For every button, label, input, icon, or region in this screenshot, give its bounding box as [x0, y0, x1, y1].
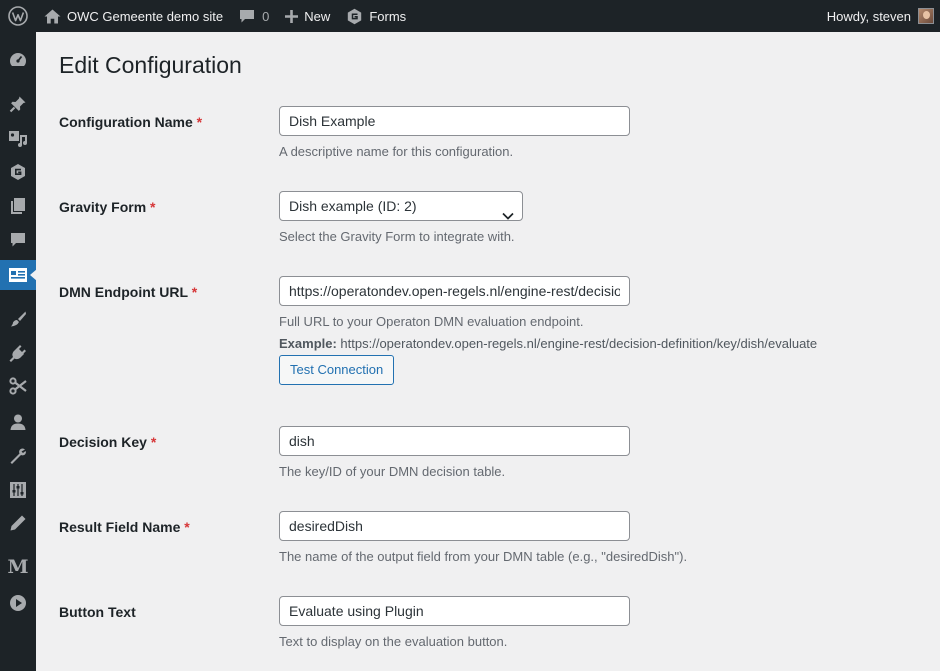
config-name-label-wrap: Configuration Name *: [59, 114, 202, 130]
posts-pin-icon[interactable]: [0, 89, 36, 119]
wordpress-logo-icon[interactable]: [0, 0, 36, 32]
test-connection-button[interactable]: Test Connection: [279, 355, 395, 385]
required-mark: *: [196, 114, 203, 130]
required-mark: *: [150, 434, 157, 450]
config-name-description: A descriptive name for this configuratio…: [279, 144, 514, 159]
page-title: Edit Configuration: [59, 52, 242, 78]
tools-scissors-icon[interactable]: [0, 371, 36, 401]
users-icon[interactable]: [0, 407, 36, 437]
button-text-description: Text to display on the evaluation button…: [279, 634, 508, 649]
dmn-endpoint-example: Example: https://operatondev.open-regels…: [279, 336, 817, 351]
new-content-link[interactable]: New: [277, 0, 338, 32]
decision-key-label-wrap: Decision Key *: [59, 434, 156, 450]
play-circle-icon[interactable]: [0, 588, 36, 618]
my-account-link[interactable]: Howdy, steven: [819, 0, 940, 32]
dmn-endpoint-field: Full URL to your Operaton DMN evaluation…: [279, 276, 817, 385]
pencil-icon[interactable]: [0, 508, 36, 538]
dmn-endpoint-description: Full URL to your Operaton DMN evaluation…: [279, 314, 584, 329]
dmn-endpoint-input[interactable]: [279, 276, 630, 306]
config-name-field: A descriptive name for this configuratio…: [279, 106, 630, 159]
appearance-brush-icon[interactable]: [0, 304, 36, 334]
dmn-endpoint-label-wrap: DMN Endpoint URL *: [59, 284, 197, 300]
example-label: Example:: [279, 336, 337, 351]
media-icon[interactable]: [0, 123, 36, 153]
new-label: New: [304, 8, 331, 24]
forms-link[interactable]: Forms: [338, 0, 414, 32]
result-field-label: Result Field Name: [59, 519, 181, 535]
required-mark: *: [184, 519, 190, 535]
example-value: https://operatondev.open-regels.nl/engin…: [336, 336, 818, 351]
gravity-forms-icon: [346, 8, 363, 25]
comments-count: 0: [262, 8, 270, 24]
gravity-form-label: Gravity Form: [59, 199, 147, 215]
required-mark: *: [191, 284, 198, 300]
site-name-label: OWC Gemeente demo site: [67, 8, 224, 24]
gravity-form-select[interactable]: Dish example (ID: 2): [279, 191, 523, 221]
result-field-field: The name of the output field from your D…: [279, 511, 687, 564]
home-icon: [44, 9, 61, 24]
admin-bar: OWC Gemeente demo site 0 New Forms Howdy…: [0, 0, 940, 32]
forms-label: Forms: [369, 8, 407, 24]
button-text-input[interactable]: [279, 596, 630, 626]
config-name-label: Configuration Name: [59, 114, 193, 130]
gravity-form-selected: Dish example (ID: 2): [289, 198, 417, 214]
dashboard-icon[interactable]: [0, 45, 36, 75]
result-field-description: The name of the output field from your D…: [279, 549, 688, 564]
dmn-endpoint-label: DMN Endpoint URL: [59, 284, 188, 300]
decision-key-label: Decision Key: [59, 434, 147, 450]
sliders-icon[interactable]: [0, 475, 36, 505]
gravity-form-field: Dish example (ID: 2) Select the Gravity …: [279, 191, 523, 244]
required-mark: *: [150, 199, 156, 215]
plugins-icon[interactable]: [0, 338, 36, 368]
button-text-field: Text to display on the evaluation button…: [279, 596, 630, 649]
comments-link[interactable]: 0: [231, 0, 277, 32]
avatar: [918, 8, 934, 24]
comment-bubble-icon: [239, 9, 255, 24]
comments-icon[interactable]: [0, 225, 36, 255]
gravity-forms-icon[interactable]: [0, 157, 36, 187]
howdy-label: Howdy, steven: [826, 8, 911, 24]
button-text-label-wrap: Button Text: [59, 604, 136, 620]
gravity-form-label-wrap: Gravity Form *: [59, 199, 155, 215]
button-text-label: Button Text: [59, 604, 136, 620]
configuration-icon[interactable]: [0, 260, 37, 290]
chevron-down-icon: [502, 201, 514, 229]
result-field-input[interactable]: [279, 511, 630, 541]
decision-key-input[interactable]: [279, 426, 630, 456]
settings-wrench-icon[interactable]: [0, 441, 36, 471]
plus-icon: [285, 9, 299, 23]
m-letter-icon[interactable]: M: [0, 552, 36, 582]
gravity-form-description: Select the Gravity Form to integrate wit…: [279, 229, 515, 244]
decision-key-description: The key/ID of your DMN decision table.: [279, 464, 506, 479]
site-name-link[interactable]: OWC Gemeente demo site: [36, 0, 231, 32]
admin-side-menu: M: [0, 32, 37, 671]
decision-key-field: The key/ID of your DMN decision table.: [279, 426, 630, 479]
result-field-label-wrap: Result Field Name *: [59, 519, 190, 535]
pages-icon[interactable]: [0, 191, 36, 221]
config-name-input[interactable]: [279, 106, 630, 136]
